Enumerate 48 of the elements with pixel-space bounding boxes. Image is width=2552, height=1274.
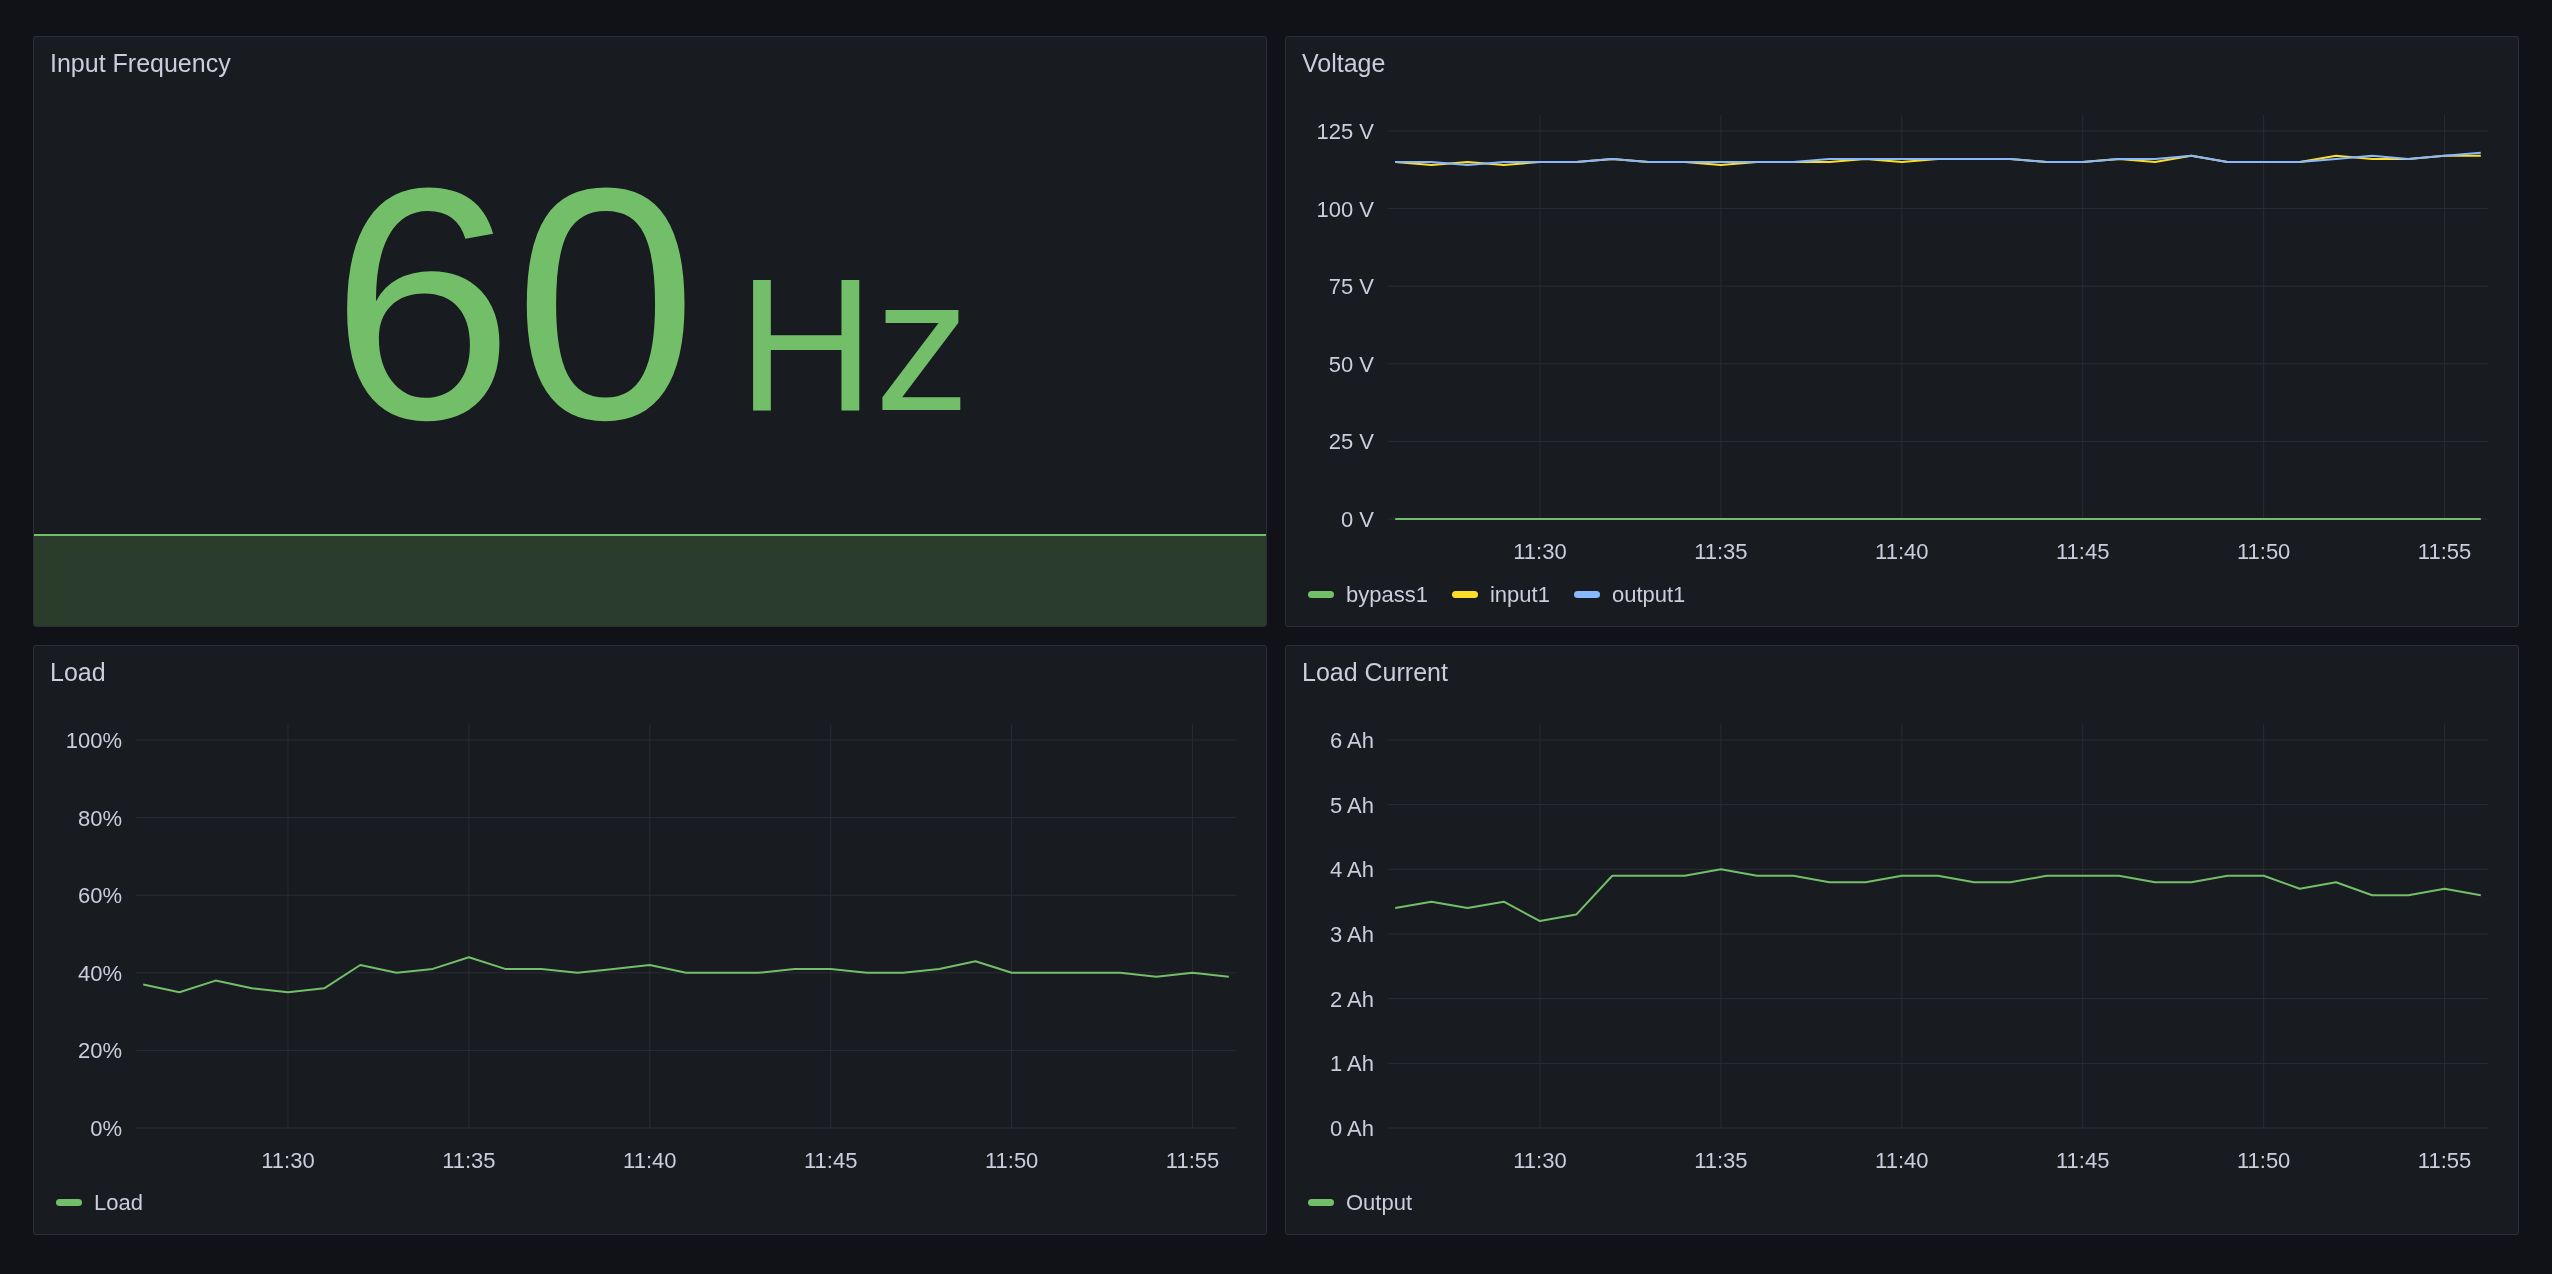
y-axis-label: 100 V xyxy=(1316,196,1374,222)
y-axis-label: 0% xyxy=(90,1115,122,1141)
x-axis-label: 11:45 xyxy=(804,1147,858,1173)
panel-title: Load Current xyxy=(1302,656,1448,688)
stat-unit: Hz xyxy=(737,249,970,440)
x-axis-label: 11:30 xyxy=(1513,1147,1567,1173)
y-axis-label: 0 V xyxy=(1340,507,1374,532)
legend-label[interactable]: Load xyxy=(94,1186,143,1219)
x-axis-label: 11:45 xyxy=(2056,1147,2110,1173)
x-axis-label: 11:40 xyxy=(623,1147,677,1173)
x-axis-label: 11:30 xyxy=(1513,539,1567,564)
x-axis-label: 11:40 xyxy=(1875,539,1929,564)
x-axis-label: 11:35 xyxy=(442,1147,496,1173)
y-axis-label: 3 Ah xyxy=(1329,921,1374,947)
y-axis-label: 0 Ah xyxy=(1329,1115,1374,1141)
panel-title: Voltage xyxy=(1302,48,1386,80)
x-axis-label: 11:55 xyxy=(2417,1147,2472,1173)
y-axis-label: 6 Ah xyxy=(1329,727,1374,753)
stat-value: 60 xyxy=(330,139,698,470)
x-axis-label: 11:50 xyxy=(984,1147,1039,1173)
legend-label[interactable]: output1 xyxy=(1611,577,1686,611)
legend-label[interactable]: input1 xyxy=(1489,577,1550,611)
y-axis-label: 1 Ah xyxy=(1329,1050,1374,1076)
y-axis-label: 20% xyxy=(77,1037,122,1063)
x-axis-label: 11:50 xyxy=(2236,1147,2291,1173)
x-axis-label: 11:35 xyxy=(1694,539,1748,564)
y-axis-label: 80% xyxy=(77,805,122,831)
panel-title: Load xyxy=(50,656,106,688)
y-axis-label: 125 V xyxy=(1316,119,1374,144)
x-axis-label: 11:40 xyxy=(1875,1147,1929,1173)
y-axis-label: 60% xyxy=(77,882,122,908)
y-axis-label: 4 Ah xyxy=(1329,856,1374,882)
y-axis-label: 25 V xyxy=(1328,429,1374,455)
x-axis-label: 11:45 xyxy=(2056,539,2110,564)
y-axis-label: 50 V xyxy=(1328,351,1374,377)
y-axis-label: 2 Ah xyxy=(1329,986,1374,1012)
x-axis-label: 11:30 xyxy=(261,1147,315,1173)
y-axis-label: 5 Ah xyxy=(1329,792,1374,818)
x-axis-label: 11:50 xyxy=(2236,539,2291,564)
panel-title: Input Frequency xyxy=(50,48,231,80)
legend-label[interactable]: bypass1 xyxy=(1346,577,1428,611)
x-axis-label: 11:35 xyxy=(1694,1147,1748,1173)
x-axis-label: 11:55 xyxy=(2417,539,2472,564)
y-axis-label: 100% xyxy=(65,727,122,753)
x-axis-label: 11:55 xyxy=(1165,1147,1220,1173)
legend-label[interactable]: Output xyxy=(1346,1186,1413,1219)
y-axis-label: 75 V xyxy=(1328,274,1374,300)
y-axis-label: 40% xyxy=(77,960,122,986)
